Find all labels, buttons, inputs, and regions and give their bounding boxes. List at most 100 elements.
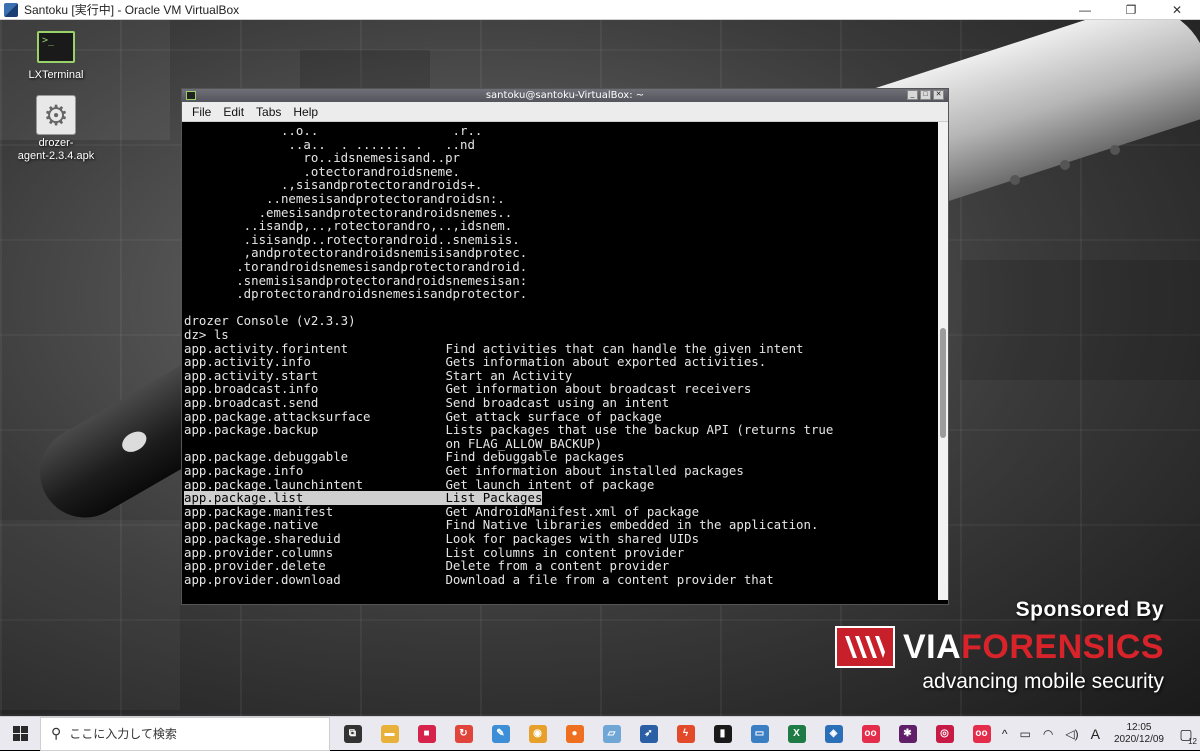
module-name: app.provider.download <box>184 571 341 587</box>
drozer-banner-line: ..a.. . ....... . ..nd <box>184 136 475 152</box>
debian-swirl-icon: ◎ <box>935 724 954 743</box>
module-description: Get launch intent of package <box>445 476 655 492</box>
menu-help[interactable]: Help <box>287 105 324 119</box>
file-explorer-icon: ▬ <box>380 724 399 743</box>
module-description: Find activities that can handle the give… <box>445 340 804 356</box>
taskbar-app-button[interactable]: ▭ <box>741 717 778 751</box>
module-name: app.package.launchintent <box>184 476 364 492</box>
restore-button[interactable]: ❐ <box>1108 0 1154 20</box>
window-title: Santoku [実行中] - Oracle VM VirtualBox <box>24 3 240 17</box>
module-name: app.activity.info <box>184 354 311 370</box>
virtualbox-icon: ◈ <box>824 724 843 743</box>
minimize-button[interactable]: — <box>1062 0 1108 20</box>
taskbar-app-button[interactable]: ▬ <box>371 717 408 751</box>
desktop-icon-drozer-apk[interactable]: ⚙ drozer- agent-2.3.4.apk <box>14 95 98 163</box>
knife-dot <box>1060 160 1070 170</box>
lxterminal-window[interactable]: santoku@santoku-VirtualBox: ~ _ □ ✕ File… <box>181 88 949 605</box>
module-description: Start an Activity <box>445 367 573 383</box>
drozer-banner-line: ro..idsnemesisand..pr <box>184 150 461 166</box>
drozer-banner-line: .torandroidsnemesisandprotectorandroid. <box>184 259 528 274</box>
desktop-icon-label: LXTerminal <box>28 69 84 81</box>
taskbar-apps: ⧉ ▬ ■ ↻ ✎ ◉ ● ▱ ➶ ϟ ▮ ▭ X ◈ oo ✱ ◎ oo <box>334 717 1000 751</box>
console-title: drozer Console (v2.3.3) <box>184 313 356 329</box>
vbox-title-bar: Santoku [実行中] - Oracle VM VirtualBox — ❐… <box>0 0 1200 20</box>
module-description: Download a file from a content provider … <box>445 571 774 587</box>
taskbar-app-button[interactable]: ◉ <box>519 717 556 751</box>
desktop-icon-lxterminal[interactable]: >_ LXTerminal <box>14 28 98 82</box>
wallpaper-block <box>960 260 1200 380</box>
module-name: app.package.native <box>184 517 319 533</box>
slack-icon: ✱ <box>898 724 917 743</box>
taskbar-app-button[interactable]: ◎ <box>926 717 963 751</box>
sponsor-branding: Sponsored By VIA FORENSICS advancing mobi… <box>784 598 1164 694</box>
taskbar-app-button[interactable]: ➶ <box>630 717 667 751</box>
ime-indicator[interactable]: A <box>1085 726 1106 742</box>
battery-icon[interactable]: ▭ <box>1014 727 1037 741</box>
brand-tagline: advancing mobile security <box>922 670 1164 693</box>
terminal-menu-bar: File Edit Tabs Help <box>182 102 948 122</box>
taskbar-search-box[interactable]: ⚲ ここに入力して検索 <box>40 716 330 751</box>
menu-file[interactable]: File <box>186 105 217 119</box>
terminal-close-button[interactable]: ✕ <box>933 90 944 100</box>
drozer-banner-line: .isisandp..rotectorandroid..snemisis. <box>184 231 520 247</box>
brand-via-text: VIA <box>902 627 962 666</box>
taskbar-app-button[interactable]: ▱ <box>593 717 630 751</box>
taskbar-app-button[interactable]: ✎ <box>482 717 519 751</box>
taskbar-app-button[interactable]: ⧉ <box>334 717 371 751</box>
viaforensics-logo <box>834 626 895 668</box>
terminal-scrollbar[interactable] <box>938 122 948 600</box>
menu-tabs[interactable]: Tabs <box>250 105 287 119</box>
clock-date: 2020/12/09 <box>1113 734 1164 745</box>
terminal-title-bar[interactable]: santoku@santoku-VirtualBox: ~ _ □ ✕ <box>182 89 948 102</box>
desktop-icon-label: drozer- agent-2.3.4.apk <box>17 137 95 162</box>
taskbar-app-button[interactable]: ● <box>556 717 593 751</box>
module-description: Get information about broadcast receiver… <box>445 381 752 397</box>
wallpaper-block <box>0 520 180 710</box>
module-description: Lists packages that use the backup API (… <box>445 422 834 438</box>
wifi-icon[interactable]: ◠ <box>1037 727 1059 741</box>
drozer-banner-line: .,sisandprotectorandroids+. <box>184 177 483 193</box>
module-description: List Packages <box>445 490 543 506</box>
rocket-app-icon: ➶ <box>639 724 658 743</box>
module-name: app.package.backup <box>184 422 319 438</box>
module-name: app.activity.start <box>184 367 319 383</box>
clock-time: 12:05 <box>1126 722 1152 733</box>
drozer-banner-line: .emesisandprotectorandroidsnemes.. <box>184 204 513 220</box>
taskbar-app-button[interactable]: ■ <box>408 717 445 751</box>
module-description: Look for packages with shared UIDs <box>445 531 700 546</box>
terminal-title: santoku@santoku-VirtualBox: ~ <box>485 90 645 101</box>
terminal-scrollbar-thumb[interactable] <box>940 328 946 439</box>
oo-app-icon: oo <box>861 724 880 743</box>
module-description: Get attack surface of package <box>445 408 662 424</box>
drozer-banner-line: ,andprotectorandroidsnemisisandprotec. <box>184 245 528 261</box>
volume-icon[interactable]: ◁) <box>1059 727 1084 741</box>
close-button[interactable]: ✕ <box>1154 0 1200 20</box>
clock[interactable]: 12:05 2020/12/09 <box>1106 722 1172 746</box>
module-name: app.activity.forintent <box>184 340 349 356</box>
taskbar-app-button[interactable]: oo <box>852 717 889 751</box>
taskbar-app-button[interactable]: X <box>778 717 815 751</box>
oo-app-icon-2: oo <box>972 724 991 743</box>
taskbar-app-button[interactable]: ◈ <box>815 717 852 751</box>
brand-forensics-text: FORENSICS <box>961 627 1164 666</box>
module-description: Gets information about exported activiti… <box>445 354 767 370</box>
taskbar-app-button[interactable]: ▮ <box>704 717 741 751</box>
notification-center-button[interactable]: ▢ 12 <box>1172 717 1200 751</box>
start-button[interactable] <box>0 717 40 751</box>
terminal-maximize-button[interactable]: □ <box>920 90 931 100</box>
module-name: app.package.manifest <box>184 503 334 519</box>
terminal-output[interactable]: ..o.. .r.. ..a.. . ....... . ..nd ro..id… <box>182 122 938 600</box>
taskbar-app-button[interactable]: oo <box>963 717 1000 751</box>
module-description: Delete from a content provider <box>445 558 670 574</box>
taskbar-app-button[interactable]: ϟ <box>667 717 704 751</box>
menu-edit[interactable]: Edit <box>217 105 250 119</box>
drozer-banner-line: ..isandp,..,rotectorandro,..,idsnem. <box>184 218 513 234</box>
terminal-icon: >_ <box>36 28 76 66</box>
taskbar: ⚲ ここに入力して検索 ⧉ ▬ ■ ↻ ✎ ◉ ● ▱ ➶ ϟ ▮ ▭ X ◈ oo ✱ ◎ oo ^ ▭ ◠ ◁… <box>0 716 1200 751</box>
taskbar-app-button[interactable]: ✱ <box>889 717 926 751</box>
taskbar-app-button[interactable]: ↻ <box>445 717 482 751</box>
module-name: app.provider.delete <box>184 558 326 574</box>
terminal-minimize-button[interactable]: _ <box>907 90 918 100</box>
windows-logo-icon <box>12 726 28 741</box>
tray-overflow-chevron-icon[interactable]: ^ <box>996 727 1014 741</box>
